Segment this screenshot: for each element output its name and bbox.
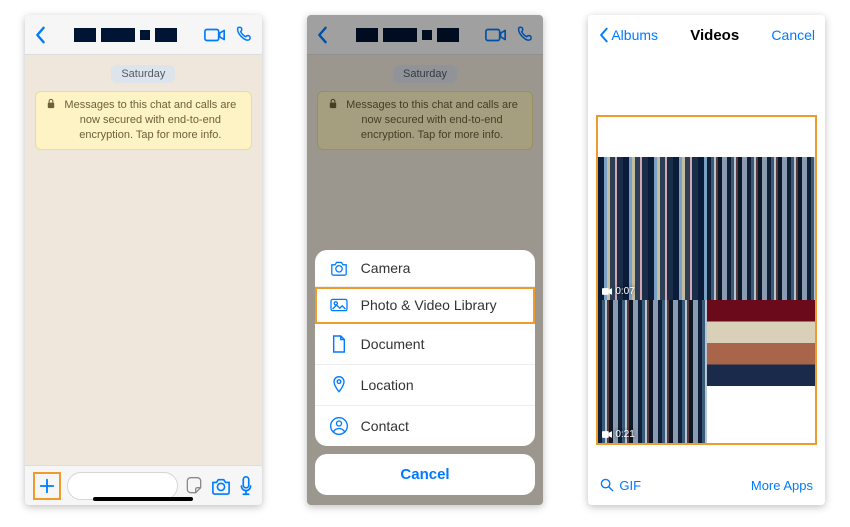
camera-icon[interactable] (210, 477, 232, 495)
location-icon (329, 375, 349, 395)
video-duration: 0:07 (602, 286, 634, 297)
chat-body: Saturday Messages to this chat and calls… (25, 55, 262, 465)
chat-header (25, 15, 262, 55)
sheet-option-contact[interactable]: Contact (315, 406, 536, 446)
sticker-icon[interactable] (184, 476, 204, 496)
attach-action-sheet: Camera Photo & Video Library Document Lo… (315, 250, 536, 495)
picker-body: 0:07 0:21 (588, 55, 825, 465)
lock-icon (46, 98, 56, 114)
gif-label: GIF (619, 478, 641, 493)
encryption-notice[interactable]: Messages to this chat and calls are now … (35, 91, 252, 150)
photo-picker-videos-screen: Albums Videos Cancel 0:07 (588, 15, 825, 505)
picker-header: Albums Videos Cancel (588, 15, 825, 55)
sheet-option-photo-library[interactable]: Photo & Video Library (315, 287, 536, 324)
home-indicator (657, 497, 757, 501)
sheet-option-document[interactable]: Document (315, 324, 536, 365)
sheet-option-camera[interactable]: Camera (315, 250, 536, 287)
albums-back-button[interactable]: Albums (598, 27, 658, 43)
document-icon (329, 334, 349, 354)
sheet-label: Camera (361, 260, 411, 276)
whatsapp-chat-screen: Saturday Messages to this chat and calls… (25, 15, 262, 505)
sheet-options: Camera Photo & Video Library Document Lo… (315, 250, 536, 446)
whatsapp-attach-sheet-screen: Saturday Messages to this chat and calls… (307, 15, 544, 505)
encryption-text: Messages to this chat and calls are now … (60, 98, 241, 143)
call-icon[interactable] (234, 25, 254, 45)
picker-title: Videos (658, 27, 771, 44)
message-input[interactable] (67, 472, 178, 500)
more-apps-button[interactable]: More Apps (751, 478, 813, 493)
sheet-label: Contact (361, 418, 409, 434)
video-thumb[interactable]: 0:21 (598, 300, 706, 443)
videocall-icon[interactable] (204, 27, 226, 43)
mic-icon[interactable] (238, 475, 254, 497)
photo-library-icon (329, 297, 349, 313)
video-thumb[interactable] (707, 157, 815, 300)
back-label: Albums (611, 27, 658, 43)
video-grid: 0:07 0:21 (596, 115, 817, 445)
chat-title[interactable] (55, 28, 196, 42)
day-label: Saturday (111, 65, 175, 83)
sheet-label: Location (361, 377, 414, 393)
video-duration: 0:21 (602, 429, 634, 440)
sheet-option-location[interactable]: Location (315, 365, 536, 406)
gif-search-button[interactable]: GIF (600, 478, 641, 493)
back-icon[interactable] (33, 26, 47, 44)
home-indicator (93, 497, 193, 501)
sheet-label: Photo & Video Library (361, 297, 497, 313)
video-thumb[interactable] (707, 300, 815, 386)
contact-icon (329, 416, 349, 436)
sheet-label: Document (361, 336, 425, 352)
sheet-cancel-button[interactable]: Cancel (315, 454, 536, 495)
camera-icon (329, 260, 349, 276)
attach-button[interactable] (33, 472, 61, 500)
video-thumb[interactable]: 0:07 (598, 157, 706, 300)
picker-cancel-button[interactable]: Cancel (771, 27, 815, 43)
